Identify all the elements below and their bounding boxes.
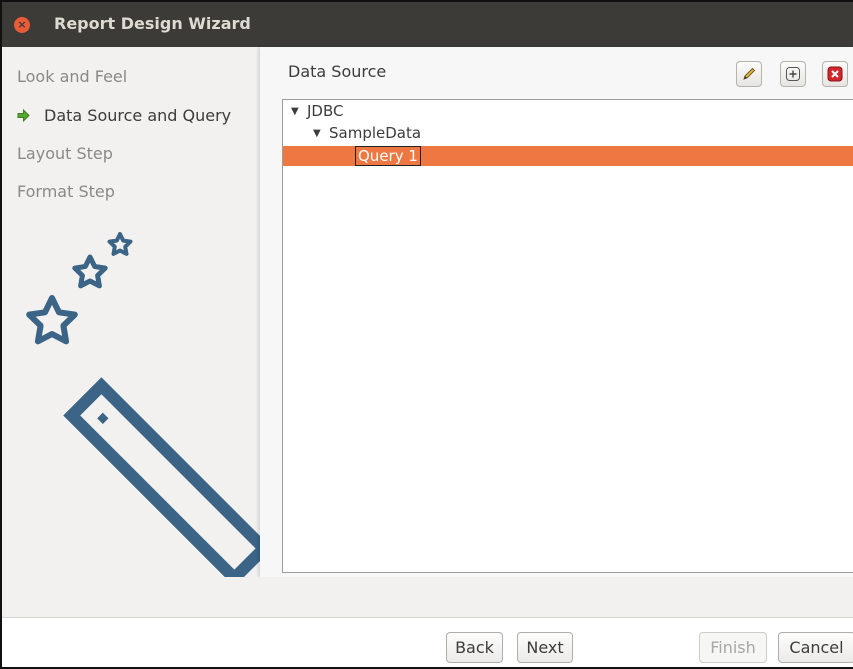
delete-query-button[interactable] — [822, 61, 848, 87]
data-source-panel: Data Source ▼ JDBC ▼ SampleData Query 1 — [260, 47, 853, 577]
star-small-icon — [107, 232, 133, 256]
current-step-arrow-icon — [17, 109, 30, 122]
expanded-triangle-icon[interactable]: ▼ — [291, 106, 301, 117]
cancel-button[interactable]: Cancel — [778, 632, 853, 663]
tree-node-sampledata-label: SampleData — [329, 124, 422, 142]
expanded-triangle-icon[interactable]: ▼ — [313, 128, 323, 139]
tree-node-query-label: Query 1 — [355, 146, 421, 166]
data-source-label: Data Source — [288, 62, 387, 81]
tree-node-query-selected[interactable]: Query 1 — [283, 146, 853, 166]
step-data-source-and-query[interactable]: Data Source and Query — [44, 106, 231, 125]
tree-node-jdbc-label: JDBC — [307, 102, 344, 120]
wizard-steps-sidebar: Look and Feel Data Source and Query Layo… — [2, 47, 260, 577]
plus-icon — [786, 67, 800, 81]
button-bar: Back Next Finish Cancel — [2, 618, 853, 667]
magic-wand-illustration — [26, 232, 260, 577]
tree-node-sampledata[interactable]: ▼ SampleData — [283, 124, 853, 144]
pencil-icon — [743, 67, 756, 80]
step-look-and-feel[interactable]: Look and Feel — [17, 67, 127, 86]
star-medium-icon — [72, 254, 108, 289]
step-format[interactable]: Format Step — [17, 182, 115, 201]
edit-query-button[interactable] — [736, 61, 762, 87]
title-bar: × Report Design Wizard — [2, 2, 853, 47]
report-design-wizard-window: × Report Design Wizard Look and Feel Dat… — [0, 0, 853, 669]
close-window-button[interactable]: × — [14, 17, 30, 33]
data-source-tree[interactable]: ▼ JDBC ▼ SampleData Query 1 — [282, 99, 853, 573]
next-button[interactable]: Next — [517, 632, 573, 663]
tree-node-jdbc[interactable]: ▼ JDBC — [283, 102, 853, 122]
dialog-footer-area: Back Next Finish Cancel — [2, 577, 853, 667]
add-query-button[interactable] — [780, 61, 806, 87]
window-title: Report Design Wizard — [54, 14, 251, 33]
step-layout[interactable]: Layout Step — [17, 144, 113, 163]
back-button[interactable]: Back — [446, 632, 503, 663]
finish-button[interactable]: Finish — [699, 632, 767, 663]
star-large-icon — [26, 295, 78, 345]
delete-icon — [827, 66, 843, 82]
wand-icon — [63, 377, 260, 577]
